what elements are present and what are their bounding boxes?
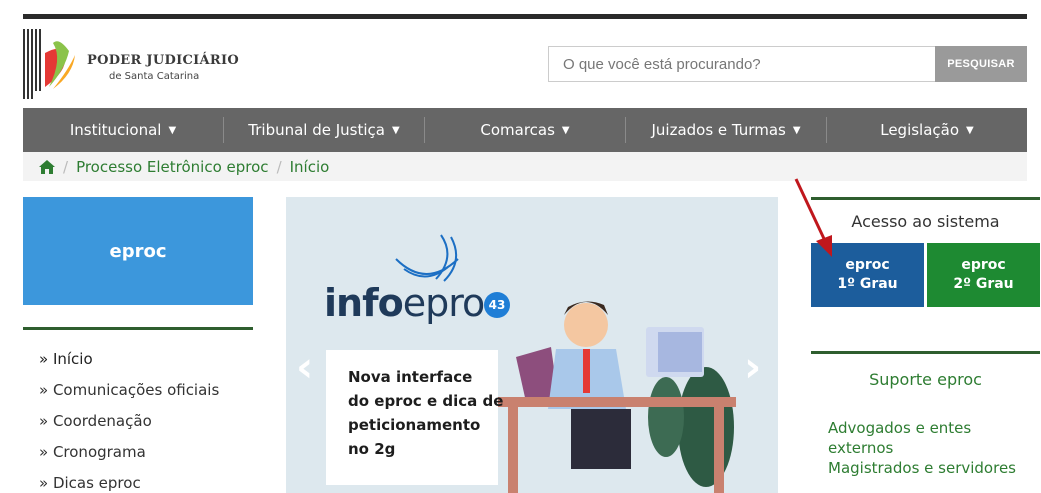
search-input[interactable] — [548, 46, 935, 82]
logo-subtitle: de Santa Catarina — [109, 71, 200, 82]
nav-label: Comarcas — [480, 121, 555, 139]
banner-line: no 2g — [348, 440, 396, 458]
sidenav-item-cronograma[interactable]: » Cronograma — [39, 443, 253, 474]
breadcrumb: / Processo Eletrônico eproc / Início — [23, 152, 1027, 181]
sidenav-item-coordenacao[interactable]: » Coordenação — [39, 412, 253, 443]
suporte-title: Suporte eproc — [869, 370, 982, 389]
suporte-link-magistrados[interactable]: Magistrados e servidores — [828, 458, 1040, 478]
issue-badge: 43 — [484, 292, 510, 318]
caret-down-icon: ▼ — [966, 124, 974, 136]
banner-line: peticionamento — [348, 416, 481, 434]
breadcrumb-separator: / — [276, 157, 282, 176]
acesso-ao-sistema-panel: Acesso ao sistema eproc 1º Grau eproc 2º… — [811, 197, 1040, 309]
eproc-2grau-button[interactable]: eproc 2º Grau — [927, 243, 1040, 307]
carousel-prev-icon[interactable]: ‹ — [296, 342, 313, 391]
acesso-title: Acesso ao sistema — [851, 212, 1000, 231]
nav-item-tribunal[interactable]: Tribunal de Justiça ▼ — [224, 108, 424, 152]
logo-emblem-icon — [23, 29, 75, 99]
news-carousel[interactable]: infoeproc 43 Nova interface do eproc e d… — [286, 197, 778, 493]
home-icon[interactable] — [39, 159, 55, 174]
sidenav-item-dicas[interactable]: » Dicas eproc — [39, 474, 253, 493]
site-logo[interactable]: PODER JUDICIÁRIO de Santa Catarina — [23, 29, 263, 99]
search-button[interactable]: PESQUISAR — [935, 46, 1027, 82]
nav-label: Juizados e Turmas — [651, 121, 786, 139]
button-line: 2º Grau — [953, 276, 1014, 292]
button-line: 1º Grau — [837, 276, 898, 292]
carousel-next-icon[interactable]: › — [744, 342, 761, 391]
caret-down-icon: ▼ — [792, 124, 801, 136]
nav-item-comarcas[interactable]: Comarcas ▼ — [425, 108, 625, 152]
nav-item-legislacao[interactable]: Legislação ▼ — [827, 108, 1027, 152]
eproc-section-header: eproc — [23, 197, 253, 305]
nav-label: Tribunal de Justiça — [248, 121, 385, 139]
nav-label: Institucional — [69, 121, 162, 139]
breadcrumb-separator: / — [63, 157, 69, 176]
top-dark-bar — [23, 14, 1027, 19]
caret-down-icon: ▼ — [168, 124, 177, 136]
eproc-section-title: eproc — [109, 240, 167, 262]
infoeproc-logo: infoeproc — [324, 281, 505, 325]
sidenav-item-inicio[interactable]: » Início — [39, 350, 253, 381]
suporte-panel: Suporte eproc Advogados e entes externos… — [811, 351, 1040, 493]
suporte-link-advogados[interactable]: Advogados e entes — [828, 418, 1040, 438]
annotation-arrow-icon — [794, 178, 832, 257]
banner-caption-card[interactable]: Nova interface do eproc e dica de petici… — [326, 350, 504, 485]
caret-down-icon: ▼ — [561, 124, 570, 136]
breadcrumb-current[interactable]: Início — [290, 158, 330, 176]
banner-line: do eproc e dica de — [348, 392, 504, 410]
suporte-link-advogados-cont[interactable]: externos — [828, 438, 1040, 458]
caret-down-icon: ▼ — [392, 124, 400, 136]
breadcrumb-link-processo[interactable]: Processo Eletrônico eproc — [76, 158, 269, 176]
logo-bold-text: info — [324, 281, 404, 325]
nav-label: Legislação — [880, 121, 960, 139]
nav-item-institucional[interactable]: Institucional ▼ — [23, 108, 223, 152]
nav-item-juizados[interactable]: Juizados e Turmas ▼ — [626, 108, 826, 152]
sidenav-item-comunicacoes[interactable]: » Comunicações oficiais — [39, 381, 253, 412]
banner-line: Nova interface — [348, 368, 473, 386]
button-line: eproc — [961, 257, 1006, 273]
button-line: eproc — [845, 257, 890, 273]
main-nav: Institucional ▼ Tribunal de Justiça ▼ Coma… — [23, 108, 1027, 152]
side-nav: » Início » Comunicações oficiais » Coord… — [23, 327, 253, 493]
logo-title: PODER JUDICIÁRIO — [87, 53, 239, 68]
